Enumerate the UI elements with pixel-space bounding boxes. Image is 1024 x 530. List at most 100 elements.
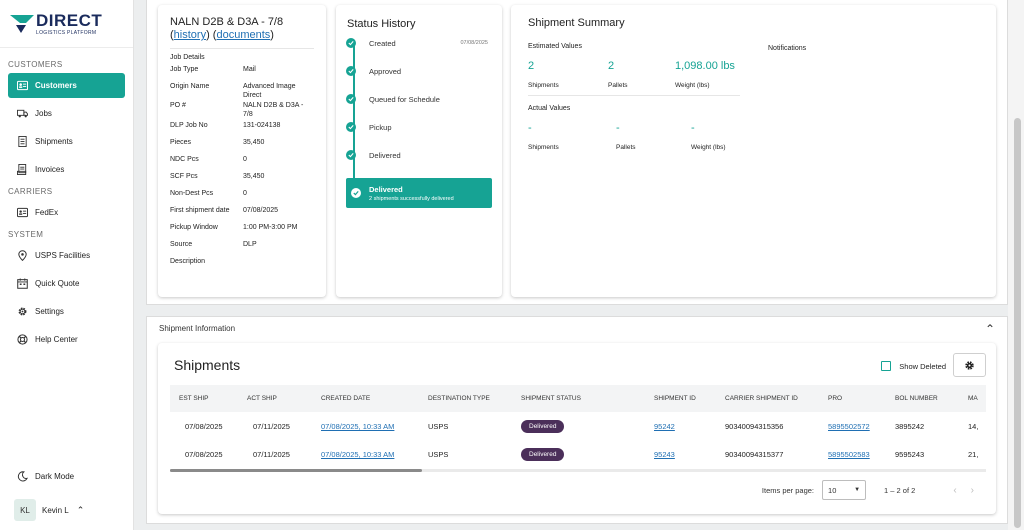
- show-deleted-toggle[interactable]: Show Deleted: [881, 361, 946, 371]
- column-header[interactable]: CREATED DATE: [321, 395, 428, 402]
- gear-icon: [16, 305, 29, 318]
- status-timeline: Created 07/08/2025 Approved Queued for S…: [336, 36, 502, 178]
- sidebar-item-label: Shipments: [35, 137, 73, 146]
- documents-link[interactable]: documents: [216, 29, 270, 41]
- job-detail-row: PO # NALN D2B & D3A - 7/8: [170, 102, 304, 118]
- job-detail-row: Non-Dest Pcs 0: [170, 190, 247, 197]
- table-row[interactable]: 07/08/2025 07/11/2025 07/08/2025, 10:33 …: [170, 440, 986, 468]
- shipment-id-link[interactable]: 95242: [654, 422, 675, 431]
- column-header[interactable]: MA: [968, 395, 986, 402]
- created-date-link[interactable]: 07/08/2025, 10:33 AM: [321, 422, 394, 431]
- items-per-page-label: Items per page:: [761, 485, 815, 495]
- check-icon: [346, 94, 356, 104]
- job-title: NALN D2B & D3A - 7/8: [170, 16, 284, 28]
- estimated-values-label: Estimated Values: [528, 43, 582, 50]
- sidebar-item-label: Settings: [35, 307, 64, 316]
- shipment-id-link[interactable]: 95243: [654, 450, 675, 459]
- sidebar-item-label: FedEx: [35, 208, 59, 217]
- table-paginator: Items per page: 10 ▼ 1 – 2 of 2 ‹ ›: [762, 480, 974, 500]
- document-icon: [16, 135, 29, 148]
- column-header[interactable]: SHIPMENT ID: [654, 395, 725, 402]
- sidebar: DIRECT LOGISTICS PLATFORM CUSTOMERS Cust…: [0, 0, 134, 530]
- customers-icon: [16, 79, 29, 92]
- column-header[interactable]: CARRIER SHIPMENT ID: [725, 395, 828, 402]
- user-menu[interactable]: KL Kevin L ⌃: [0, 490, 134, 530]
- column-header[interactable]: ACT SHIP: [247, 395, 321, 402]
- nav-section-carriers: CARRIERS: [8, 187, 53, 196]
- column-header[interactable]: EST SHIP: [170, 395, 247, 402]
- location-pin-icon: [16, 249, 29, 262]
- estimated-metrics: 2 Shipments 2 Pallets 1,098.00 lbs Weigh…: [528, 60, 979, 89]
- dark-mode-toggle[interactable]: Dark Mode: [0, 462, 134, 490]
- sidebar-item-settings[interactable]: Settings: [8, 299, 125, 324]
- actual-metrics: - Shipments - Pallets - Weight (lbs): [528, 122, 979, 151]
- caret-down-icon: ▼: [854, 487, 861, 493]
- shipment-information-title: Shipment Information: [159, 324, 236, 333]
- actual-values-label: Actual Values: [528, 105, 571, 112]
- sidebar-item-fedex[interactable]: FedEx: [8, 200, 125, 225]
- timeline-step: Pickup: [346, 120, 502, 148]
- show-deleted-label: Show Deleted: [899, 361, 946, 371]
- sidebar-item-customers[interactable]: Customers: [8, 73, 125, 98]
- pro-link[interactable]: 5895502572: [828, 422, 870, 431]
- items-per-page-select[interactable]: 10 ▼: [822, 480, 867, 500]
- job-detail-row: First shipment date 07/08/2025: [170, 207, 279, 214]
- job-detail-row: Origin Name Advanced Image Direct: [170, 83, 296, 99]
- job-details-card: NALN D2B & D3A - 7/8 (history) (document…: [158, 5, 326, 297]
- chevron-up-icon[interactable]: ⌃: [985, 322, 995, 336]
- status-history-title: Status History: [347, 18, 416, 30]
- job-detail-row: NDC Pcs 0: [170, 156, 247, 163]
- previous-page-button[interactable]: ‹: [953, 485, 956, 496]
- id-card-icon: [16, 206, 29, 219]
- logo-subtitle: LOGISTICS PLATFORM: [36, 29, 97, 36]
- logo-mark-icon: [10, 14, 34, 33]
- page-range: 1 – 2 of 2: [884, 485, 916, 495]
- job-detail-row: SCF Pcs 35,450: [170, 173, 265, 180]
- shipments-title: Shipments: [174, 357, 241, 373]
- shipments-table: EST SHIP ACT SHIP CREATED DATE DESTINATI…: [170, 385, 986, 473]
- sidebar-item-invoices[interactable]: Invoices: [8, 157, 125, 182]
- page-scrollbar-thumb[interactable]: [1014, 118, 1021, 528]
- user-name: Kevin L: [42, 505, 69, 515]
- sidebar-item-label: Customers: [35, 81, 77, 90]
- estimated-shipments: 2 Shipments: [528, 60, 559, 89]
- show-deleted-checkbox[interactable]: [881, 361, 892, 371]
- table-horizontal-scrollbar[interactable]: [170, 469, 986, 472]
- calendar-icon: [16, 277, 29, 290]
- sidebar-item-help-center[interactable]: Help Center: [8, 327, 125, 352]
- column-header[interactable]: BOL NUMBER: [895, 395, 968, 402]
- column-header[interactable]: DESTINATION TYPE: [428, 395, 521, 402]
- status-history-card: Status History Created 07/08/2025 Approv…: [336, 5, 502, 297]
- table-row[interactable]: 07/08/2025 07/11/2025 07/08/2025, 10:33 …: [170, 412, 986, 440]
- sidebar-item-quick-quote[interactable]: Quick Quote: [8, 271, 125, 296]
- check-circle-icon: [351, 188, 361, 198]
- sidebar-item-jobs[interactable]: Jobs: [8, 101, 125, 126]
- timeline-step: Created 07/08/2025: [346, 36, 502, 64]
- history-link[interactable]: history: [174, 29, 206, 41]
- table-settings-button[interactable]: [953, 353, 986, 377]
- table-scrollbar-thumb[interactable]: [170, 469, 422, 472]
- sidebar-item-label: Help Center: [35, 335, 78, 344]
- moon-icon: [16, 470, 29, 483]
- divider: [528, 95, 740, 96]
- column-header[interactable]: PRO: [828, 395, 895, 402]
- chevron-up-icon: ⌃: [76, 504, 85, 515]
- column-header[interactable]: SHIPMENT STATUS: [521, 395, 654, 402]
- sidebar-item-usps-facilities[interactable]: USPS Facilities: [8, 243, 125, 268]
- timeline-step-date: 07/08/2025: [460, 40, 488, 46]
- shipments-card: Shipments Show Deleted EST SHIP ACT SHIP…: [158, 343, 996, 514]
- created-date-link[interactable]: 07/08/2025, 10:33 AM: [321, 450, 394, 459]
- job-detail-row: DLP Job No 131-024138: [170, 122, 281, 129]
- check-icon: [346, 150, 356, 160]
- next-page-button[interactable]: ›: [971, 485, 974, 496]
- status-badge: Delivered: [521, 447, 565, 461]
- logo[interactable]: DIRECT LOGISTICS PLATFORM: [0, 0, 133, 48]
- job-detail-row: Source DLP: [170, 241, 257, 248]
- estimated-weight: 1,098.00 lbs Weight (lbs): [675, 60, 735, 89]
- shipment-summary-card: Shipment Summary Notifications Estimated…: [511, 5, 996, 297]
- table-header: EST SHIP ACT SHIP CREATED DATE DESTINATI…: [170, 385, 986, 412]
- sidebar-item-shipments[interactable]: Shipments: [8, 129, 125, 154]
- pro-link[interactable]: 5895502583: [828, 450, 870, 459]
- avatar: KL: [14, 499, 36, 521]
- status-badge: Delivered: [521, 419, 565, 433]
